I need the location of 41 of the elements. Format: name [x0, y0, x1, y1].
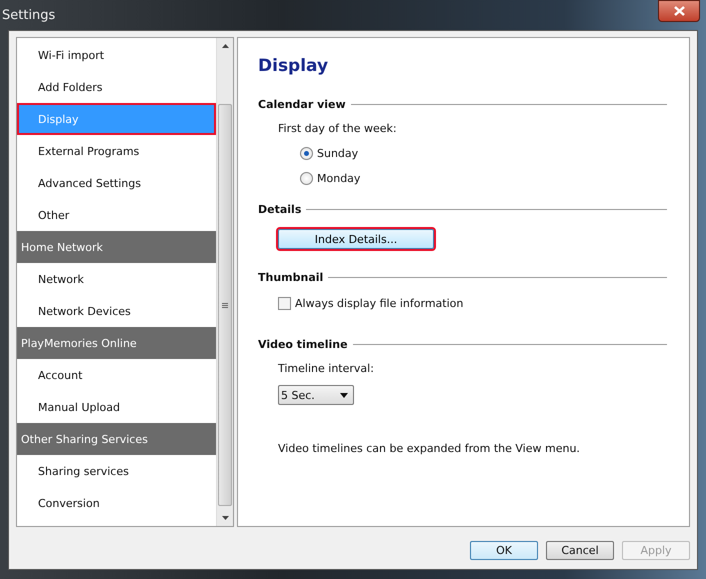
scroll-up-icon[interactable] — [222, 44, 228, 48]
section-heading: Video timeline — [258, 338, 348, 350]
checkbox-label[interactable]: Always display file information — [295, 297, 464, 310]
field-label: Timeline interval: — [278, 362, 375, 375]
index-details-button[interactable]: Index Details... — [278, 229, 434, 249]
sidebar-item[interactable]: Sharing services — [17, 455, 216, 487]
sidebar-item[interactable]: Add Folders — [17, 71, 216, 103]
hint-text: Video timelines can be expanded from the View menu. — [278, 442, 581, 455]
section-heading: Calendar view — [258, 98, 346, 110]
checkbox[interactable] — [278, 297, 291, 310]
dialog-button[interactable]: OK — [470, 541, 538, 560]
sidebar-item[interactable]: External Programs — [17, 135, 216, 167]
section-heading: Thumbnail — [258, 270, 324, 284]
scrollbar[interactable] — [216, 38, 233, 526]
scroll-thumb[interactable] — [218, 104, 232, 506]
sidebar-item[interactable]: Advanced Settings — [17, 167, 216, 199]
sidebar-item[interactable]: Other — [17, 199, 216, 231]
sidebar-item[interactable]: Network Devices — [17, 295, 216, 327]
radio-label[interactable]: Sunday — [317, 147, 358, 160]
sidebar-group-header: Home Network — [17, 231, 216, 263]
sidebar-item[interactable]: Manual Upload — [17, 391, 216, 423]
interval-dropdown[interactable]: 5 Sec. — [278, 385, 354, 405]
radio-button[interactable] — [300, 147, 313, 160]
sidebar-item[interactable]: Network — [17, 263, 216, 295]
sidebar-item[interactable]: Conversion — [17, 487, 216, 519]
field-label: First day of the week: — [278, 122, 398, 135]
dialog-button[interactable]: Cancel — [546, 541, 614, 560]
page-title: Display — [258, 56, 330, 76]
caret-icon — [340, 392, 348, 398]
window-title: Settings — [2, 8, 56, 22]
grip-icon — [222, 302, 228, 308]
sidebar-group-header: PlayMemories Online — [17, 327, 216, 359]
radio-button[interactable] — [300, 172, 313, 185]
scroll-down-icon[interactable] — [222, 516, 228, 520]
sidebar-item[interactable]: Account — [17, 359, 216, 391]
radio-label[interactable]: Monday — [317, 172, 360, 185]
close-button[interactable] — [658, 0, 700, 22]
section-heading: Details — [258, 202, 302, 216]
sidebar-group-header: Other Sharing Services — [17, 423, 216, 455]
sidebar-item[interactable]: Wi-Fi import — [17, 39, 216, 71]
close-icon — [674, 6, 684, 16]
